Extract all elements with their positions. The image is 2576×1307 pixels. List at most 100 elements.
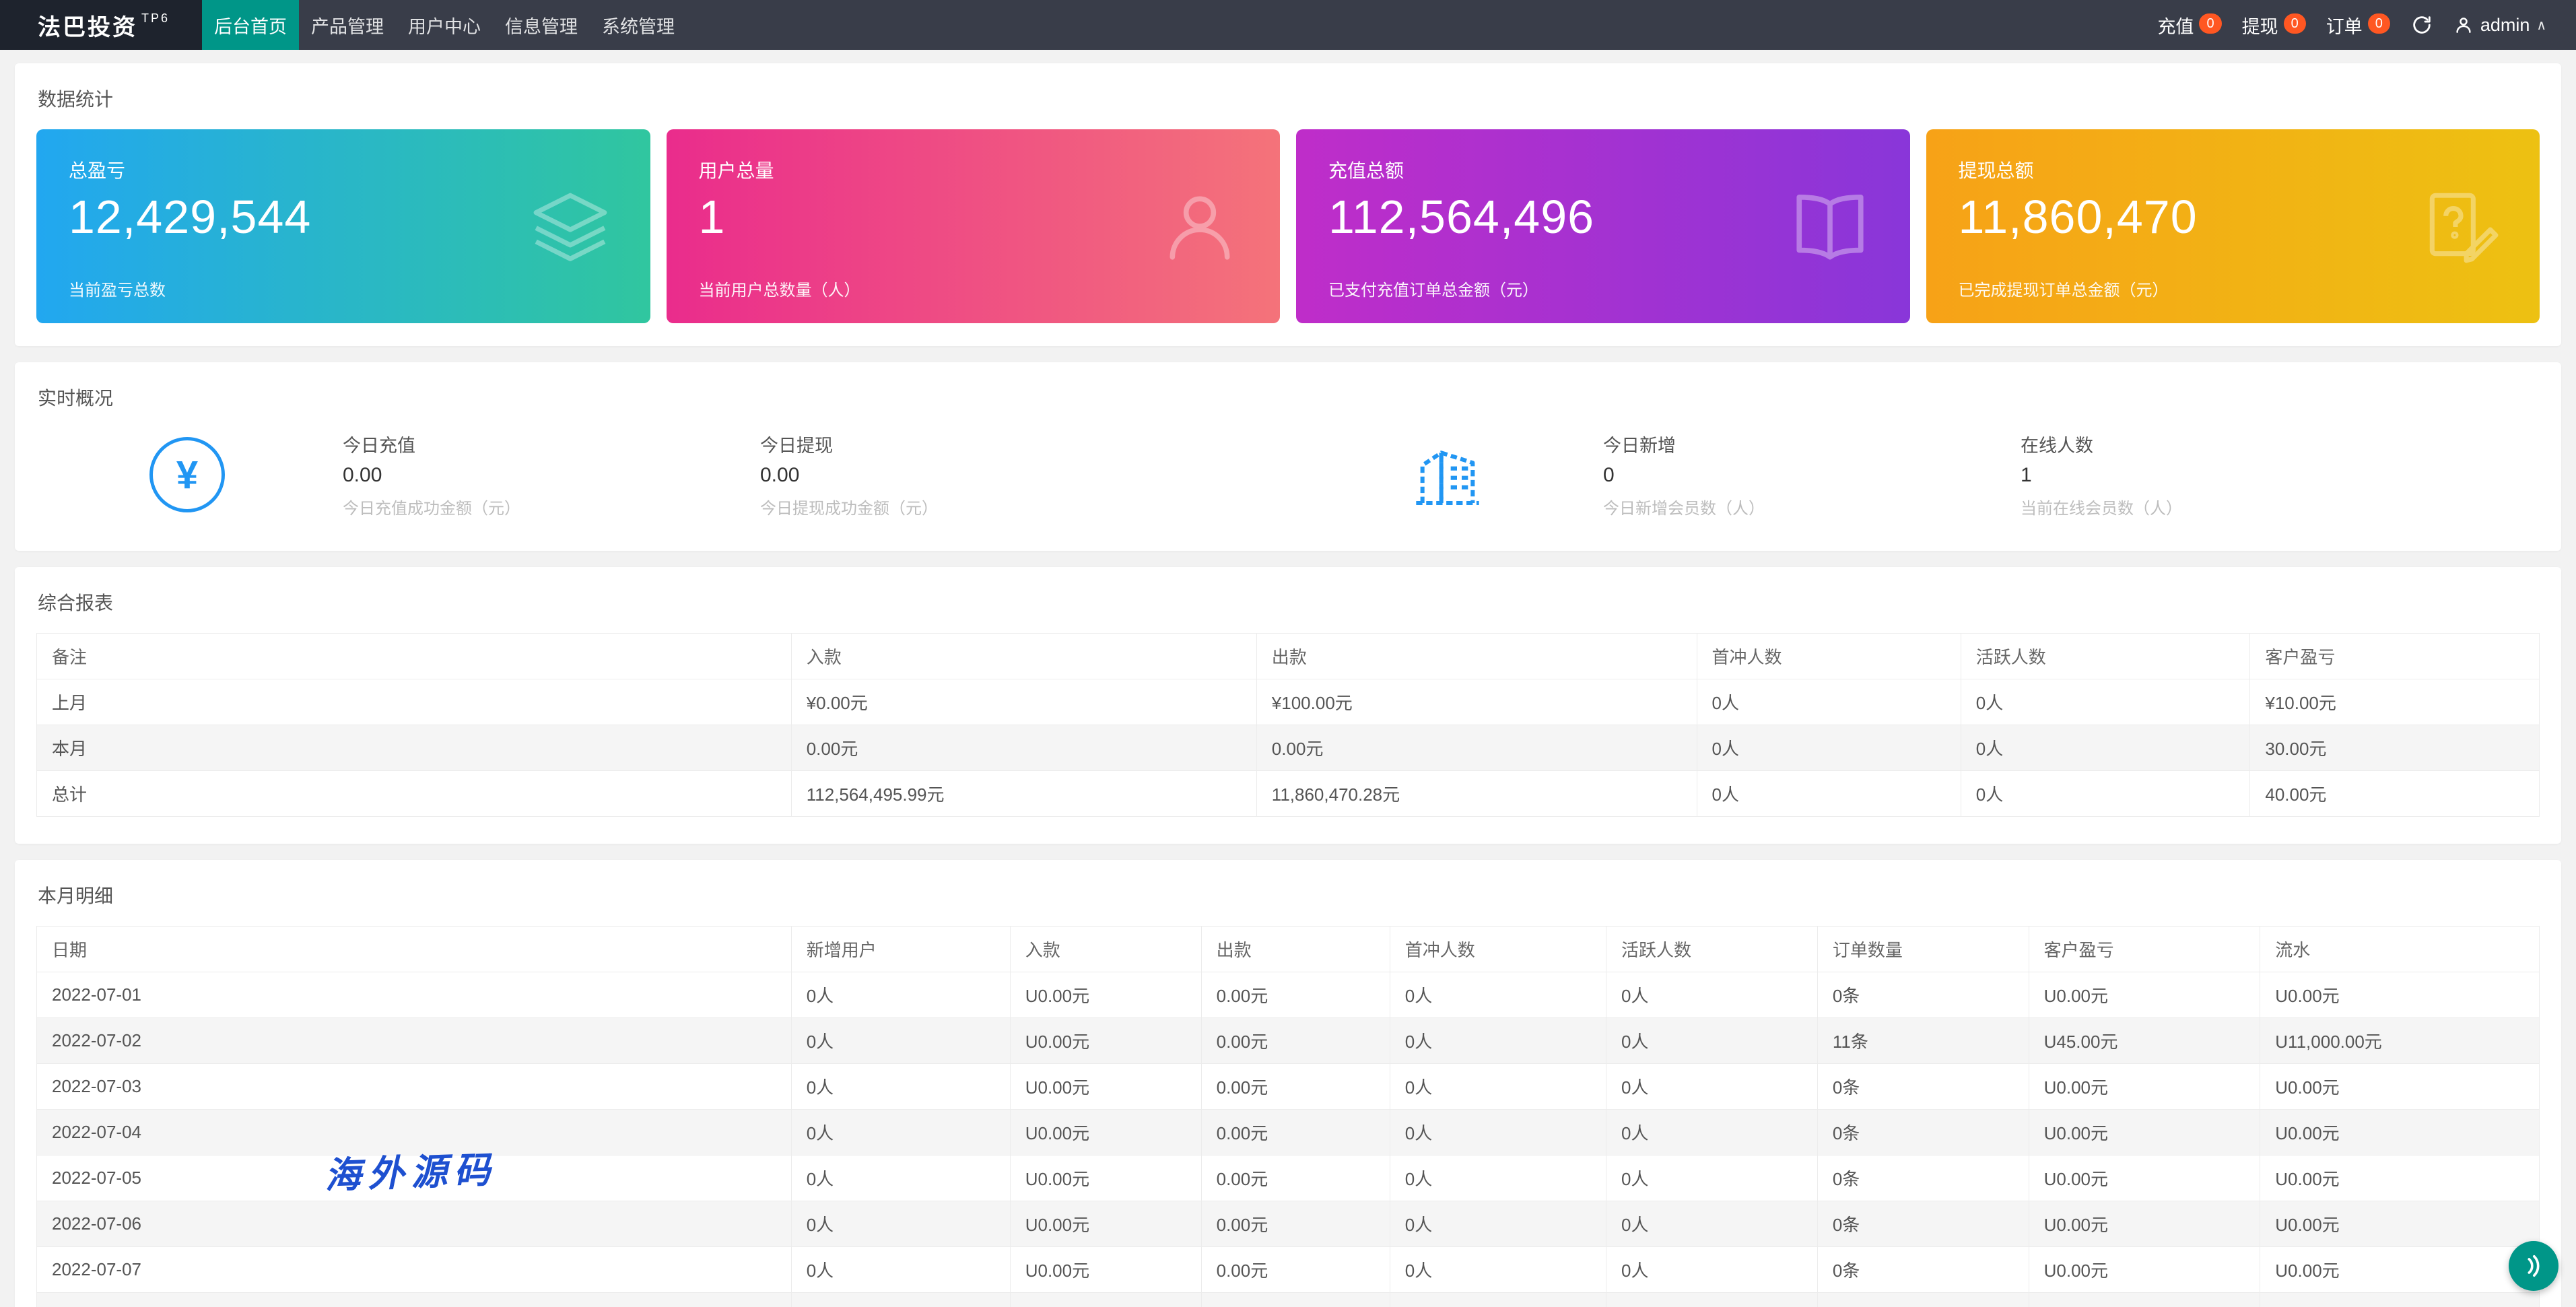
- table-row: 2022-07-05 0人 U0.00元 0.00元 0人 0人 0条 U0.00元 U0.00…: [36, 1155, 2540, 1201]
- detail-table-body: 2022-07-01 0人 U0.00元 0.00元 0人 0人 0条 U0.00元 U0.00…: [36, 972, 2540, 1307]
- table-cell: U0.00元: [1009, 1292, 1202, 1307]
- table-cell: 0人: [1606, 1201, 1818, 1247]
- table-cell: U0.00元: [1009, 1246, 1202, 1293]
- table-row: 本月 0.00元 0.00元 0人 0人 30.00元: [36, 725, 2540, 771]
- table-cell: U0.00元: [1009, 1063, 1202, 1110]
- table-cell: 0.00元: [1200, 1292, 1390, 1307]
- nav-item-dashboard[interactable]: 后台首页: [202, 0, 299, 50]
- table-cell: 11,860,470.28元: [1256, 770, 1697, 817]
- table-cell: 2022-07-04: [36, 1109, 792, 1155]
- realtime-panel-title: 实时概况: [38, 388, 114, 409]
- table-cell: 0.00元: [1200, 1155, 1390, 1201]
- realtime-label: 今日新增: [1603, 436, 1676, 456]
- brand-logo[interactable]: 法巴投资 TP6: [0, 0, 202, 50]
- realtime-value: 0.00: [343, 464, 382, 486]
- realtime-item-withdraw: 今日提现 0.00 今日提现成功金额（元）: [760, 431, 1178, 518]
- header-row: 日期 新增用户 入款 出款 首冲人数 活跃人数 订单数量 客户盈亏 流水: [36, 926, 2540, 972]
- table-cell: 2022-07-06: [36, 1201, 792, 1247]
- order-badge: 0: [2367, 13, 2390, 34]
- table-cell: U0.00元: [2028, 1109, 2261, 1155]
- table-cell: 2022-07-03: [36, 1063, 792, 1110]
- table-cell: 0人: [790, 1109, 1011, 1155]
- detail-panel: 本月明细 日期 新增用户 入款 出款 首冲人数 活跃人数 订单数量 客户盈亏 流水 2022-0…: [15, 860, 2561, 1307]
- table-cell: 总计: [36, 770, 792, 817]
- table-cell: U0.00元: [2028, 1246, 2261, 1293]
- table-cell: 0人: [1606, 1246, 1818, 1293]
- table-cell: 0条: [1817, 1155, 2029, 1201]
- table-row: 2022-07-01 0人 U0.00元 0.00元 0人 0人 0条 U0.00元 U0.00…: [36, 972, 2540, 1018]
- nav-recharge[interactable]: 充值 0: [2157, 12, 2222, 38]
- table-cell: 0人: [1389, 1155, 1607, 1201]
- nav-order[interactable]: 订单 0: [2326, 12, 2390, 38]
- refresh-icon[interactable]: [2410, 13, 2433, 36]
- main-content: 数据统计 总盈亏 12,429,544 当前盈亏总数 用户总量 1 当前用户总数…: [0, 50, 2576, 1307]
- table-cell: U0.00元: [1009, 1109, 1202, 1155]
- table-cell: 0人: [1696, 725, 1961, 771]
- nav-item-users[interactable]: 用户中心: [396, 0, 493, 50]
- table-cell: U0.00元: [2028, 1292, 2261, 1307]
- table-cell: 上月: [36, 679, 792, 725]
- table-cell: ¥100.00元: [1256, 679, 1697, 725]
- stat-card-desc: 已完成提现订单总金额（元）: [1958, 281, 2169, 300]
- table-cell: 0人: [1696, 770, 1961, 817]
- table-cell: U45.00元: [2028, 1017, 2261, 1064]
- stat-card-label: 总盈亏: [69, 160, 126, 181]
- nav-withdraw-label: 提现: [2241, 16, 2278, 37]
- column-header: 流水: [2260, 926, 2540, 972]
- nav-right: 充值 0 提现 0 订单 0 admin ∧: [2157, 0, 2576, 50]
- table-cell: 0.00元: [1200, 1063, 1390, 1110]
- table-cell: 0人: [1606, 1017, 1818, 1064]
- table-cell: 0人: [1389, 1201, 1607, 1247]
- realtime-label: 今日充值: [343, 436, 415, 456]
- table-cell: 2022-07-02: [36, 1017, 792, 1064]
- table-row: 2022-07-06 0人 U0.00元 0.00元 0人 0人 0条 U0.00元 U0.00…: [36, 1201, 2540, 1247]
- stat-cards: 总盈亏 12,429,544 当前盈亏总数 用户总量 1 当前用户总数量（人）: [15, 129, 2561, 346]
- realtime-item-online: 在线人数 1 当前在线会员数（人）: [2021, 431, 2438, 518]
- table-cell: 0人: [1606, 1063, 1818, 1110]
- table-cell: 0人: [790, 1063, 1011, 1110]
- nav-withdraw[interactable]: 提现 0: [2242, 12, 2306, 38]
- table-cell: 0人: [1606, 1292, 1818, 1307]
- table-cell: U0.00元: [2260, 1109, 2540, 1155]
- table-cell: 0人: [1389, 1109, 1607, 1155]
- table-cell: 0人: [790, 1246, 1011, 1293]
- chevron-icon: ∧: [2536, 18, 2546, 33]
- table-cell: 0.00元: [1200, 1017, 1390, 1064]
- detail-table-head: 日期 新增用户 入款 出款 首冲人数 活跃人数 订单数量 客户盈亏 流水: [36, 926, 2540, 972]
- table-cell: U0.00元: [2028, 1063, 2261, 1110]
- book-icon: [1789, 185, 1871, 267]
- detail-table: 日期 新增用户 入款 出款 首冲人数 活跃人数 订单数量 客户盈亏 流水 2022-07-01 0…: [36, 926, 2540, 1307]
- user-menu[interactable]: admin ∧: [2453, 15, 2546, 36]
- header-row: 备注 入款 出款 首冲人数 活跃人数 客户盈亏: [36, 633, 2540, 679]
- table-cell: U0.00元: [2028, 1155, 2261, 1201]
- nav-item-info[interactable]: 信息管理: [493, 0, 590, 50]
- theme-toggle-button[interactable]: [2509, 1241, 2558, 1291]
- table-cell: 0条: [1817, 1109, 2029, 1155]
- table-cell: 0.00元: [1256, 725, 1697, 771]
- table-cell: 0人: [1389, 1063, 1607, 1110]
- main-menu: 后台首页 产品管理 用户中心 信息管理 系统管理: [202, 0, 687, 50]
- withdraw-badge: 0: [2283, 13, 2306, 34]
- table-cell: U0.00元: [1009, 1017, 1202, 1064]
- stat-card-label: 提现总额: [1958, 160, 2034, 181]
- column-header: 首冲人数: [1696, 633, 1961, 679]
- realtime-value: 0.00: [760, 464, 800, 486]
- table-cell: 0人: [790, 1292, 1011, 1307]
- stat-card-total-recharge: 充值总额 112,564,496 已支付充值订单总金额（元）: [1296, 129, 1910, 323]
- yen-circle-icon: ¥: [149, 437, 225, 512]
- realtime-label: 今日提现: [760, 436, 833, 456]
- column-header: 订单数量: [1817, 926, 2029, 972]
- table-cell: 0人: [790, 1201, 1011, 1247]
- table-cell: 0人: [1960, 725, 2251, 771]
- brand-version: TP6: [141, 11, 170, 25]
- report-table-wrap: 备注 入款 出款 首冲人数 活跃人数 客户盈亏 上月 ¥0.00元 ¥100.00元 0人 0人 ¥…: [15, 633, 2561, 844]
- nav-item-system[interactable]: 系统管理: [590, 0, 687, 50]
- table-cell: 30.00元: [2249, 725, 2540, 771]
- table-cell: 11条: [1817, 1017, 2029, 1064]
- person-icon: [2456, 18, 2471, 33]
- nav-item-products[interactable]: 产品管理: [299, 0, 396, 50]
- realtime-panel: 实时概况 ¥ 今日充值 0.00 今日充值成功金额（元） 今日提现 0.00 今…: [15, 362, 2561, 551]
- stat-card-total-profit: 总盈亏 12,429,544 当前盈亏总数: [36, 129, 650, 323]
- table-cell: 0.00元: [1200, 1201, 1390, 1247]
- column-header: 活跃人数: [1960, 633, 2251, 679]
